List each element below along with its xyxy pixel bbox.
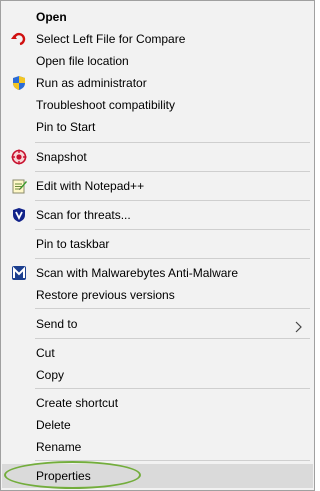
chevron-right-icon bbox=[295, 318, 303, 333]
menu-item-edit-with-notepad-plus-plus[interactable]: Edit with Notepad++ bbox=[2, 175, 313, 197]
menu-item-label: Run as administrator bbox=[36, 76, 147, 90]
menu-item-label: Pin to Start bbox=[36, 120, 96, 134]
menu-item-label: Troubleshoot compatibility bbox=[36, 98, 175, 112]
menu-item-label: Scan for threats... bbox=[36, 208, 131, 222]
snapshot-target-icon bbox=[11, 149, 27, 165]
menu-item-properties[interactable]: Properties bbox=[2, 464, 313, 488]
menu-separator bbox=[35, 460, 310, 461]
antivirus-shield-icon bbox=[11, 207, 27, 223]
menu-item-label: Rename bbox=[36, 440, 82, 454]
menu-item-label: Select Left File for Compare bbox=[36, 32, 186, 46]
menu-item-open-file-location[interactable]: Open file location bbox=[2, 50, 313, 72]
menu-separator bbox=[35, 308, 310, 309]
menu-item-label: Copy bbox=[36, 368, 65, 382]
menu-separator bbox=[35, 338, 310, 339]
menu-item-open[interactable]: Open bbox=[2, 6, 313, 28]
menu-item-scan-with-malwarebytes[interactable]: Scan with Malwarebytes Anti-Malware bbox=[2, 262, 313, 284]
menu-item-scan-for-threats[interactable]: Scan for threats... bbox=[2, 204, 313, 226]
menu-item-snapshot[interactable]: Snapshot bbox=[2, 146, 313, 168]
notepad-plus-plus-icon bbox=[11, 178, 27, 194]
malwarebytes-icon bbox=[11, 265, 27, 281]
menu-item-rename[interactable]: Rename bbox=[2, 436, 313, 458]
menu-item-label: Scan with Malwarebytes Anti-Malware bbox=[36, 266, 239, 280]
menu-separator bbox=[35, 171, 310, 172]
menu-item-label: Open file location bbox=[36, 54, 129, 68]
uac-shield-icon bbox=[11, 75, 27, 91]
menu-item-label: Delete bbox=[36, 418, 71, 432]
menu-item-pin-to-taskbar[interactable]: Pin to taskbar bbox=[2, 233, 313, 255]
menu-item-label: Edit with Notepad++ bbox=[36, 179, 145, 193]
menu-item-restore-previous-versions[interactable]: Restore previous versions bbox=[2, 284, 313, 306]
menu-item-label: Send to bbox=[36, 317, 78, 331]
menu-separator bbox=[35, 388, 310, 389]
menu-item-label: Restore previous versions bbox=[36, 288, 175, 302]
menu-separator bbox=[35, 200, 310, 201]
menu-item-label: Open bbox=[36, 10, 67, 24]
menu-item-delete[interactable]: Delete bbox=[2, 414, 313, 436]
menu-separator bbox=[35, 258, 310, 259]
menu-item-pin-to-start[interactable]: Pin to Start bbox=[2, 116, 313, 138]
menu-item-label: Create shortcut bbox=[36, 396, 119, 410]
menu-item-select-left-file[interactable]: Select Left File for Compare bbox=[2, 28, 313, 50]
menu-item-label: Properties bbox=[36, 469, 91, 483]
menu-item-send-to[interactable]: Send to bbox=[2, 313, 313, 335]
menu-item-run-as-administrator[interactable]: Run as administrator bbox=[2, 72, 313, 94]
menu-separator bbox=[35, 142, 310, 143]
menu-separator bbox=[35, 229, 310, 230]
menu-item-create-shortcut[interactable]: Create shortcut bbox=[2, 392, 313, 414]
context-menu: Open Select Left File for Compare Open f… bbox=[0, 0, 315, 491]
menu-item-label: Pin to taskbar bbox=[36, 237, 110, 251]
menu-item-troubleshoot-compatibility[interactable]: Troubleshoot compatibility bbox=[2, 94, 313, 116]
menu-item-cut[interactable]: Cut bbox=[2, 342, 313, 364]
undo-arrow-icon bbox=[11, 31, 27, 47]
menu-item-copy[interactable]: Copy bbox=[2, 364, 313, 386]
menu-item-label: Cut bbox=[36, 346, 55, 360]
menu-item-label: Snapshot bbox=[36, 150, 87, 164]
